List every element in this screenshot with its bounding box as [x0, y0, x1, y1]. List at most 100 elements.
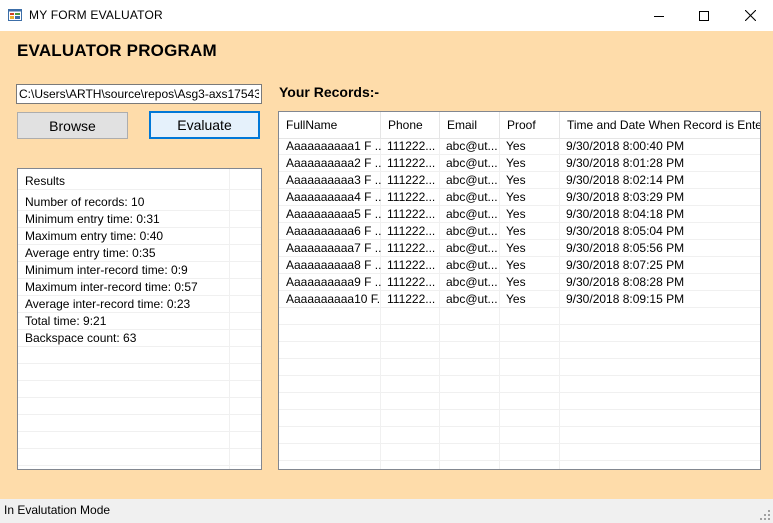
cell-email: abc@ut...: [446, 190, 498, 204]
cell-fullname: Aaaaaaaaaa2 F ...: [286, 156, 381, 170]
cell-fullname: Aaaaaaaaaa4 F ...: [286, 190, 381, 204]
records-table[interactable]: FullName Phone Email Proof Time and Date…: [278, 111, 761, 470]
cell-proof: Yes: [506, 275, 526, 289]
cell-email: abc@ut...: [446, 258, 498, 272]
close-icon: [744, 10, 756, 21]
result-line: Average inter-record time: 0:23: [25, 297, 191, 311]
column-header-phone[interactable]: Phone: [381, 112, 440, 138]
list-item[interactable]: Average entry time: 0:35: [18, 245, 261, 262]
cell-email: abc@ut...: [446, 207, 498, 221]
table-row[interactable]: Aaaaaaaaaa8 F ... 111222... abc@ut... Ye…: [279, 257, 760, 274]
list-item[interactable]: Number of records: 10: [18, 194, 261, 211]
cell-proof: Yes: [506, 241, 526, 255]
minimize-button[interactable]: [636, 0, 682, 31]
table-row[interactable]: Aaaaaaaaaa2 F ... 111222... abc@ut... Ye…: [279, 155, 760, 172]
browse-button[interactable]: Browse: [17, 112, 128, 139]
minimize-icon: [654, 15, 664, 17]
cell-datetime: 9/30/2018 8:01:28 PM: [566, 156, 685, 170]
evaluate-button[interactable]: Evaluate: [149, 111, 260, 139]
cell-phone: 111222...: [387, 292, 436, 306]
column-header-email[interactable]: Email: [440, 112, 500, 138]
results-header-row: Results: [18, 173, 261, 190]
column-header-datetime[interactable]: Time and Date When Record is Entered: [560, 112, 760, 138]
empty-row: [18, 449, 261, 466]
maximize-button[interactable]: [681, 0, 727, 31]
list-item[interactable]: Backspace count: 63: [18, 330, 261, 347]
table-row[interactable]: Aaaaaaaaaa4 F ... 111222... abc@ut... Ye…: [279, 189, 760, 206]
list-item[interactable]: Total time: 9:21: [18, 313, 261, 330]
title-bar: MY FORM EVALUATOR: [0, 0, 773, 31]
empty-row: [279, 342, 760, 359]
cell-phone: 111222...: [387, 156, 436, 170]
result-line: Maximum entry time: 0:40: [25, 229, 164, 243]
table-row[interactable]: Aaaaaaaaaa7 F ... 111222... abc@ut... Ye…: [279, 240, 760, 257]
table-row[interactable]: Aaaaaaaaaa3 F ... 111222... abc@ut... Ye…: [279, 172, 760, 189]
table-row[interactable]: Aaaaaaaaaa1 F ... 111222... abc@ut... Ye…: [279, 138, 760, 155]
empty-row: [279, 444, 760, 461]
cell-fullname: Aaaaaaaaaa7 F ...: [286, 241, 381, 255]
cell-phone: 111222...: [387, 139, 436, 153]
cell-proof: Yes: [506, 156, 526, 170]
cell-proof: Yes: [506, 207, 526, 221]
empty-row: [279, 308, 760, 325]
cell-fullname: Aaaaaaaaaa3 F ...: [286, 173, 381, 187]
cell-email: abc@ut...: [446, 139, 498, 153]
table-row[interactable]: Aaaaaaaaaa10 F... 111222... abc@ut... Ye…: [279, 291, 760, 308]
result-line: Minimum inter-record time: 0:9: [25, 263, 188, 277]
cell-datetime: 9/30/2018 8:07:25 PM: [566, 258, 685, 272]
cell-proof: Yes: [506, 173, 526, 187]
table-row[interactable]: Aaaaaaaaaa6 F ... 111222... abc@ut... Ye…: [279, 223, 760, 240]
cell-phone: 111222...: [387, 207, 436, 221]
empty-row: [279, 410, 760, 427]
cell-email: abc@ut...: [446, 224, 498, 238]
cell-datetime: 9/30/2018 8:05:56 PM: [566, 241, 685, 255]
empty-row: [18, 432, 261, 449]
cell-email: abc@ut...: [446, 292, 498, 306]
empty-row: [279, 427, 760, 444]
list-item[interactable]: Minimum entry time: 0:31: [18, 211, 261, 228]
empty-row: [18, 347, 261, 364]
cell-proof: Yes: [506, 224, 526, 238]
result-line: Average entry time: 0:35: [25, 246, 156, 260]
app-icon: [8, 9, 22, 21]
records-label: Your Records:-: [279, 84, 380, 100]
column-header-fullname[interactable]: FullName: [279, 112, 381, 138]
cell-phone: 111222...: [387, 275, 436, 289]
table-row[interactable]: Aaaaaaaaaa9 F ... 111222... abc@ut... Ye…: [279, 274, 760, 291]
result-line: Minimum entry time: 0:31: [25, 212, 160, 226]
cell-fullname: Aaaaaaaaaa9 F ...: [286, 275, 381, 289]
empty-row: [279, 376, 760, 393]
page-title: EVALUATOR PROGRAM: [17, 41, 217, 60]
cell-fullname: Aaaaaaaaaa10 F...: [286, 292, 381, 306]
cell-email: abc@ut...: [446, 156, 498, 170]
results-header: Results: [25, 174, 66, 188]
cell-email: abc@ut...: [446, 275, 498, 289]
list-item[interactable]: Minimum inter-record time: 0:9: [18, 262, 261, 279]
cell-fullname: Aaaaaaaaaa5 F ...: [286, 207, 381, 221]
cell-email: abc@ut...: [446, 241, 498, 255]
empty-row: [279, 325, 760, 342]
cell-proof: Yes: [506, 190, 526, 204]
cell-proof: Yes: [506, 292, 526, 306]
empty-row: [18, 398, 261, 415]
cell-phone: 111222...: [387, 173, 436, 187]
file-path-input[interactable]: [16, 84, 262, 104]
status-text: In Evalutation Mode: [4, 503, 111, 517]
empty-row: [279, 393, 760, 410]
table-row[interactable]: Aaaaaaaaaa5 F ... 111222... abc@ut... Ye…: [279, 206, 760, 223]
size-grip-icon[interactable]: [759, 509, 771, 521]
column-header-proof[interactable]: Proof: [500, 112, 560, 138]
cell-datetime: 9/30/2018 8:03:29 PM: [566, 190, 685, 204]
cell-datetime: 9/30/2018 8:04:18 PM: [566, 207, 685, 221]
empty-row: [18, 381, 261, 398]
maximize-icon: [699, 10, 709, 21]
results-list[interactable]: Results Number of records: 10 Minimum en…: [17, 168, 262, 470]
list-item[interactable]: Average inter-record time: 0:23: [18, 296, 261, 313]
list-item[interactable]: Maximum inter-record time: 0:57: [18, 279, 261, 296]
cell-proof: Yes: [506, 139, 526, 153]
cell-email: abc@ut...: [446, 173, 498, 187]
close-button[interactable]: [727, 0, 773, 31]
cell-proof: Yes: [506, 258, 526, 272]
list-item[interactable]: Maximum entry time: 0:40: [18, 228, 261, 245]
cell-phone: 111222...: [387, 224, 436, 238]
